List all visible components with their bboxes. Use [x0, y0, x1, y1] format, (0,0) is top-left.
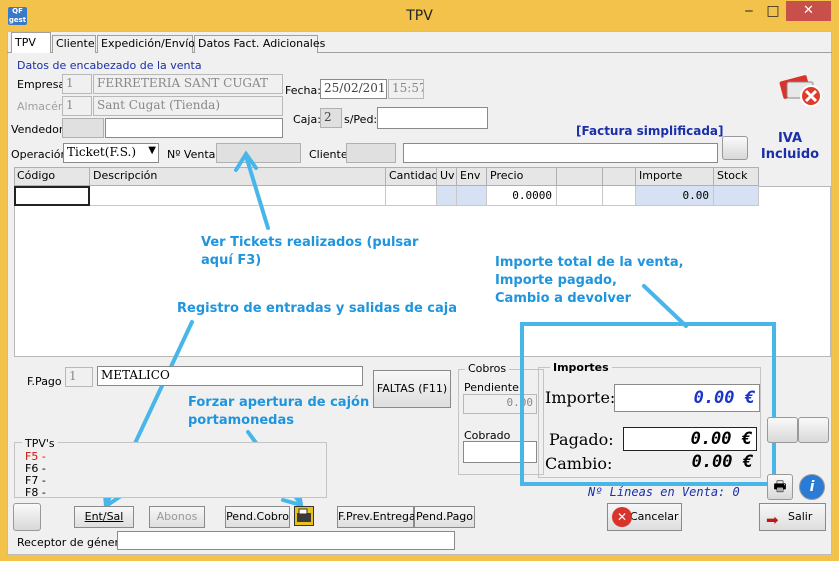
salir-button[interactable]: ➡ Salir	[759, 503, 826, 531]
exit-icon: ➡	[766, 511, 779, 529]
cancelar-button[interactable]: ✕ Cancelar	[607, 503, 682, 531]
info-icon[interactable]: i	[799, 474, 825, 500]
tpvs-group	[14, 442, 327, 498]
fpago-label: F.Pago	[27, 375, 62, 388]
faltas-button[interactable]: FALTAS (F11)	[373, 370, 451, 408]
cobros-title: Cobros	[465, 362, 510, 375]
receptor-label: Receptor de género	[17, 536, 126, 549]
tpvs-list: F5 - F6 - F7 - F8 -	[25, 451, 46, 499]
pend-cobro-button[interactable]: Pend.Cobro	[225, 506, 290, 528]
annotation-highlight-box	[520, 322, 776, 486]
nav-button-right[interactable]	[798, 417, 829, 443]
nav-button-left[interactable]	[767, 417, 798, 443]
ent-sal-button[interactable]: Ent/Sal	[74, 506, 134, 528]
prev-entrega-button[interactable]: F.Prev.Entrega	[337, 506, 416, 528]
annotation-importe: Importe total de la venta, Importe pagado…	[495, 255, 684, 306]
tpvs-title: TPV's	[22, 437, 58, 450]
cancelar-label: Cancelar	[630, 510, 679, 523]
pend-pago-button[interactable]: Pend.Pago	[414, 506, 475, 528]
pendiente-label: Pendiente	[464, 381, 519, 394]
cancel-icon: ✕	[612, 507, 632, 527]
receptor-field[interactable]	[117, 531, 455, 550]
cash-drawer-icon[interactable]	[294, 506, 314, 526]
abonos-button[interactable]: Abonos	[149, 506, 205, 528]
fpago-code-field[interactable]: 1	[65, 367, 93, 387]
printer-icon[interactable]: 🖶	[767, 474, 793, 500]
fpago-name-field[interactable]: METALICO	[97, 366, 363, 386]
lineas-venta-count: Nº Líneas en Venta: 0	[588, 485, 740, 499]
salir-label: Salir	[788, 510, 813, 523]
annotation-cajon: Forzar apertura de cajón portamonedas	[188, 395, 370, 428]
side-button[interactable]	[13, 503, 41, 531]
annotation-tickets: Ver Tickets realizados (pulsar aquí F3)	[201, 235, 419, 268]
tpv-item-f8[interactable]: F8 -	[25, 487, 46, 499]
tab-tpv[interactable]: TPV	[11, 32, 51, 53]
annotation-registro: Registro de entradas y salidas de caja	[177, 301, 457, 316]
